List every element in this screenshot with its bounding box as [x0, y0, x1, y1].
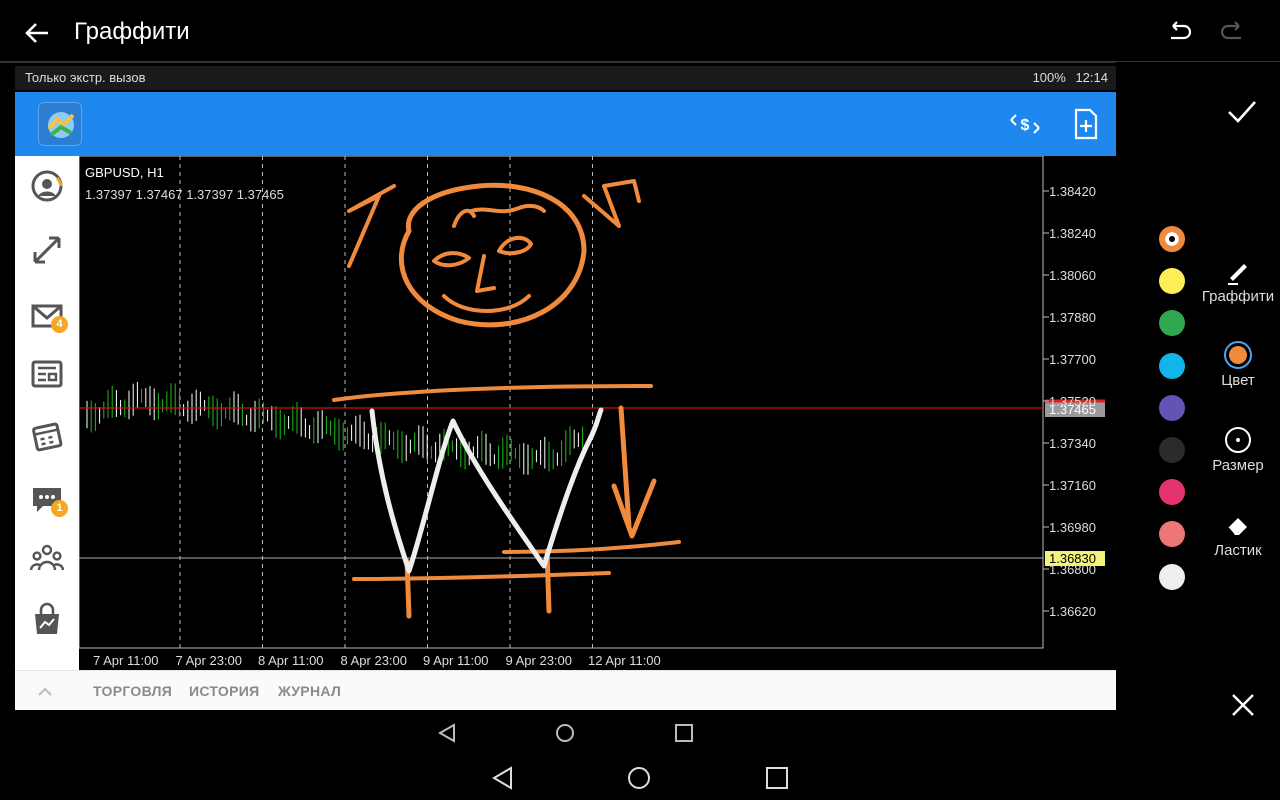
checkmark-icon[interactable]	[1226, 98, 1258, 126]
tool-graffiti-label: Граффити	[1201, 288, 1275, 305]
undo-icon[interactable]	[1164, 18, 1194, 48]
status-right: 100% 12:14	[1033, 70, 1108, 85]
pen-icon	[1228, 264, 1247, 285]
status-bar: Только экстр. вызов 100% 12:14	[15, 66, 1116, 90]
carrier-text: Только экстр. вызов	[25, 70, 146, 85]
news-icon[interactable]	[29, 356, 65, 392]
price-tick-label: 1.38420	[1049, 184, 1096, 199]
ohlc-label: 1.37397 1.37467 1.37397 1.37465	[85, 187, 284, 202]
calendar-icon[interactable]	[29, 418, 65, 454]
color-swatch[interactable]	[1159, 563, 1185, 590]
time-tick-label: 9 Apr 11:00	[423, 653, 489, 668]
price-tick-label: 1.36620	[1049, 604, 1096, 619]
bottom-tab-bar: ТОРГОВЛЯ ИСТОРИЯ ЖУРНАЛ	[15, 670, 1116, 710]
home-nav-icon[interactable]	[626, 765, 652, 791]
symbol-label: GBPUSD, H1	[85, 165, 164, 180]
trade-arrows-icon[interactable]	[29, 232, 65, 268]
eraser-icon	[1227, 518, 1247, 536]
tab-trade[interactable]: ТОРГОВЛЯ	[93, 683, 172, 699]
graffiti-top-bar: Граффити	[0, 0, 1280, 62]
home-nav-icon[interactable]	[554, 722, 576, 744]
tool-eraser-label: Ластик	[1214, 542, 1262, 559]
tool-size-label: Размер	[1212, 457, 1264, 474]
time-tick-label: 8 Apr 23:00	[341, 653, 408, 668]
back-nav-icon[interactable]	[436, 722, 458, 744]
time-tick-label: 7 Apr 23:00	[176, 653, 243, 668]
price-tick-label: 1.37160	[1049, 478, 1096, 493]
community-icon[interactable]	[29, 540, 65, 576]
tab-history[interactable]: ИСТОРИЯ	[189, 683, 259, 699]
sidebar-item-mail[interactable]: 4	[15, 294, 79, 338]
quotes-icon[interactable]	[29, 168, 65, 204]
mail-badge: 4	[51, 316, 68, 333]
logo-icon	[47, 112, 75, 138]
recents-nav-icon[interactable]	[764, 765, 790, 791]
divider	[0, 61, 1280, 63]
color-swatch[interactable]	[1159, 268, 1185, 295]
color-swatch[interactable]	[1159, 352, 1185, 379]
side-nav: 4 1	[15, 156, 79, 670]
market-bag-icon[interactable]	[29, 602, 65, 638]
price-tick-label: 1.38240	[1049, 226, 1096, 241]
sidebar-item-chat[interactable]: 1	[15, 478, 79, 522]
price-tick-label: 1.38060	[1049, 268, 1096, 283]
price-tick-label: 1.37880	[1049, 310, 1096, 325]
app-bar: $	[15, 92, 1116, 156]
tool-eraser[interactable]: Ластик	[1196, 510, 1280, 559]
recents-nav-icon[interactable]	[673, 722, 695, 744]
currency-exchange-icon[interactable]: $	[1008, 110, 1042, 138]
back-nav-icon[interactable]	[490, 765, 516, 791]
color-indicator-icon	[1224, 341, 1252, 369]
close-icon[interactable]	[1230, 692, 1256, 718]
page-title: Граффити	[74, 18, 190, 45]
battery-text: 100%	[1032, 70, 1066, 85]
tool-graffiti[interactable]: Граффити	[1196, 258, 1280, 305]
tab-journal[interactable]: ЖУРНАЛ	[278, 683, 341, 699]
clock-text: 12:14	[1075, 70, 1108, 85]
color-swatch[interactable]	[1159, 437, 1185, 463]
chevron-up-icon[interactable]	[37, 685, 53, 697]
color-swatch[interactable]	[1159, 226, 1185, 252]
metatrader-logo	[38, 102, 82, 146]
chat-badge: 1	[51, 500, 68, 517]
price-tick-label: 1.36800	[1049, 562, 1096, 577]
time-tick-label: 8 Apr 11:00	[258, 653, 324, 668]
brush-size-icon	[1225, 427, 1251, 453]
price-tick-label: 1.37700	[1049, 352, 1096, 367]
time-tick-label: 9 Apr 23:00	[506, 653, 573, 668]
color-swatch[interactable]	[1159, 394, 1185, 421]
tool-size[interactable]: Размер	[1196, 425, 1280, 474]
svg-text:$: $	[1021, 117, 1030, 134]
chart-canvas[interactable]: 1.374651.36830 1.384201.382401.380601.37…	[78, 155, 1116, 670]
redo-icon[interactable]	[1218, 18, 1248, 48]
price-chart[interactable]: 1.37465 1.36830 1.38420 1.38240 1.38060 1.37…	[78, 155, 1116, 670]
price-tick-label: 1.37340	[1049, 436, 1096, 451]
time-tick-label: 7 Apr 11:00	[93, 653, 159, 668]
new-document-icon[interactable]	[1073, 108, 1099, 140]
price-tick-label: 1.37520	[1049, 394, 1096, 409]
time-axis: 7 Apr 11:00 7 Apr 23:00 8 Apr 11:00 8 Apr 2…	[93, 653, 661, 668]
navigation-bar	[0, 710, 1116, 800]
tool-color[interactable]: Цвет	[1196, 340, 1280, 389]
color-swatch[interactable]	[1159, 479, 1185, 506]
tool-color-label: Цвет	[1221, 372, 1255, 389]
price-tick-label: 1.36980	[1049, 520, 1096, 535]
time-tick-label: 12 Apr 11:00	[588, 653, 661, 668]
arrow-left-icon[interactable]	[22, 18, 52, 48]
